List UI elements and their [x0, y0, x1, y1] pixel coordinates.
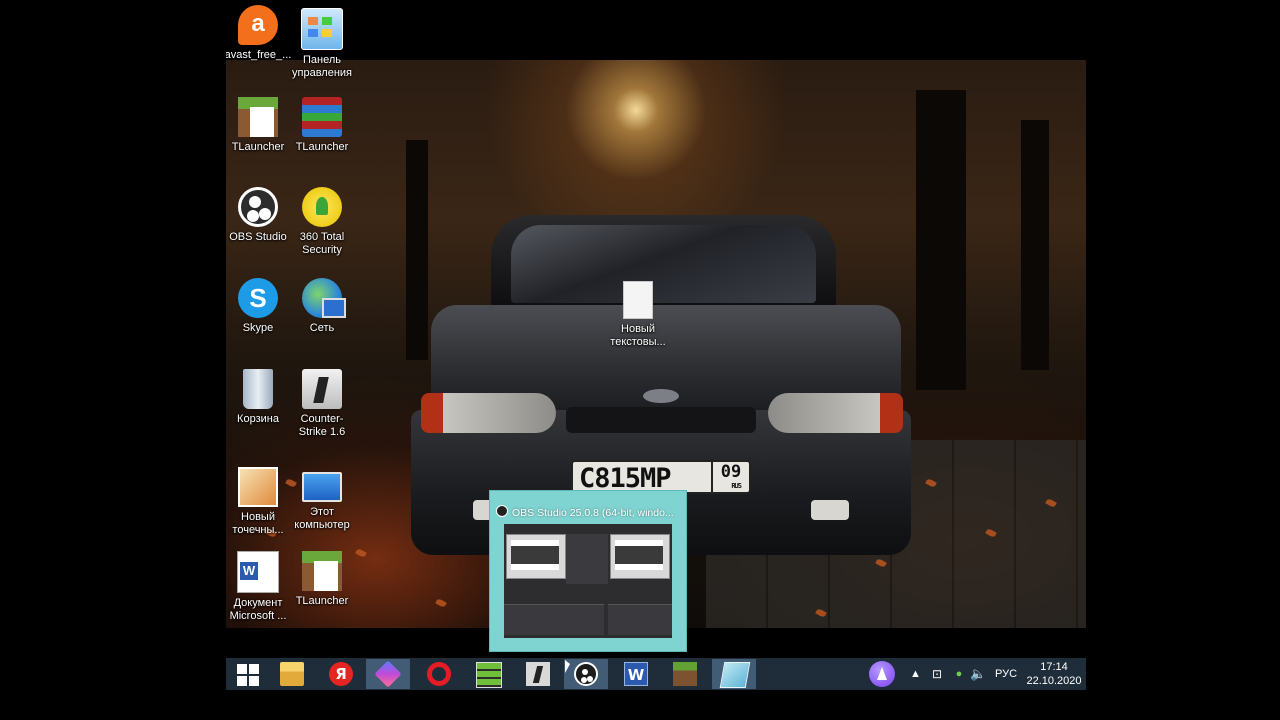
skype-icon: S: [238, 278, 278, 318]
tray-language[interactable]: РУС: [992, 658, 1020, 690]
counter-strike-icon: [526, 662, 550, 686]
plate-country: RUS: [731, 482, 742, 490]
obs-icon: [238, 187, 278, 227]
desktop-icon-tlauncher[interactable]: TLauncher: [226, 94, 292, 154]
desktop-icon-word-document[interactable]: Документ Microsoft ...: [226, 548, 292, 623]
desktop-icon-label: TLauncher: [231, 141, 285, 153]
minecraft-icon: [673, 662, 697, 686]
desktop-icon-bitmap[interactable]: Новый точечны...: [226, 464, 292, 537]
tray-clock[interactable]: 17:14 22.10.2020: [1024, 660, 1084, 688]
taskbar-winrar[interactable]: [466, 659, 510, 689]
preview-scene-left: [506, 534, 566, 579]
preview-window-snapshot: [504, 524, 672, 638]
taskbar-glass-app[interactable]: [712, 659, 756, 689]
bitmap-image-icon: [238, 467, 278, 507]
taskbar: Я W ▲ ⊡ ● 🔈 РУС 17:14 22.10.2020: [226, 658, 1086, 690]
word-document-icon: [237, 551, 279, 593]
plate-region: 09: [711, 462, 749, 492]
screen: С815МР 09 RUS a avast_free_... Панель уп…: [226, 0, 1086, 720]
desktop-icon-control-panel[interactable]: Панель управления: [288, 5, 356, 80]
obs-icon: [496, 505, 508, 517]
taskbar-minecraft[interactable]: [663, 659, 707, 689]
tlauncher-icon: [238, 97, 278, 137]
taskbar-opera[interactable]: [417, 659, 461, 689]
tray-volume-icon[interactable]: 🔈: [970, 658, 986, 690]
this-pc-icon: [302, 472, 342, 502]
obs-icon: [574, 662, 598, 686]
desktop-icon-tlauncher-2[interactable]: TLauncher: [288, 548, 356, 608]
folder-icon: [280, 662, 304, 686]
360-security-icon: [302, 187, 342, 227]
desktop-icon-label: Новый точечны...: [232, 511, 284, 536]
winrar-icon: [302, 97, 342, 137]
desktop-icon-text-document[interactable]: Новый текстовы...: [604, 278, 672, 349]
tray-security-icon[interactable]: ●: [952, 658, 966, 690]
taskbar-yandex-browser[interactable]: Я: [319, 659, 363, 689]
desktop-icon-label: 360 Total Security: [299, 231, 345, 256]
opera-icon: [427, 662, 451, 686]
preview-title: OBS Studio 25.0.8 (64-bit, windo...: [496, 505, 680, 519]
desktop-icon-label: TLauncher: [295, 595, 349, 607]
car-fog-light-right: [811, 500, 849, 520]
desktop-icon-recycle-bin[interactable]: Корзина: [226, 366, 292, 426]
desktop-icon-label: TLauncher: [295, 141, 349, 153]
desktop-icon-label: OBS Studio: [229, 231, 287, 243]
taskbar-thumbnail-preview[interactable]: OBS Studio 25.0.8 (64-bit, windo...: [489, 490, 687, 652]
clock-date: 22.10.2020: [1026, 675, 1082, 687]
desktop-icon-network[interactable]: Сеть: [288, 275, 356, 335]
desktop-icon-avast[interactable]: a avast_free_...: [226, 2, 292, 62]
desktop-icon-label: avast_free_...: [226, 49, 292, 61]
recycle-bin-icon: [243, 369, 273, 409]
license-plate: С815МР 09 RUS: [571, 460, 751, 494]
counter-strike-icon: [302, 369, 342, 409]
windows-icon: [237, 664, 259, 686]
car-emblem: [643, 389, 679, 403]
desktop-icon-tlauncher-rar[interactable]: TLauncher: [288, 94, 356, 154]
text-document-icon: [623, 281, 653, 319]
alice-assistant-icon[interactable]: [869, 661, 895, 687]
gem-icon: [374, 660, 402, 688]
tray-overflow-chevron-icon[interactable]: ▲: [910, 658, 921, 690]
desktop-icon-this-pc[interactable]: Этот компьютер: [288, 464, 356, 532]
preview-mixer: [504, 604, 604, 635]
taskbar-obs-studio[interactable]: [564, 659, 608, 689]
taskbar-file-explorer[interactable]: [270, 659, 314, 689]
desktop-icon-label: Новый текстовы...: [610, 323, 666, 348]
tree-trunk: [916, 90, 966, 390]
tlauncher-icon: [302, 551, 342, 591]
desktop-icon-label: Counter-Strike 1.6: [298, 413, 346, 438]
desktop-icon-label: Сеть: [309, 322, 335, 334]
clock-time: 17:14: [1040, 661, 1068, 673]
mouse-cursor-icon: [565, 660, 570, 673]
avast-icon: a: [238, 5, 278, 45]
desktop-icon-label: Панель управления: [292, 54, 352, 79]
taskbar-counter-strike[interactable]: [516, 659, 560, 689]
taskbar-word[interactable]: W: [614, 659, 658, 689]
tree-trunk: [1021, 120, 1049, 370]
preview-controls: [608, 604, 672, 635]
control-panel-icon: [301, 8, 343, 50]
yandex-icon: Я: [329, 662, 353, 686]
desktop-icon-label: Корзина: [237, 413, 279, 425]
car-headlight-right: [768, 393, 903, 433]
preview-scene-right: [610, 534, 670, 579]
desktop-icon-obs[interactable]: OBS Studio: [226, 184, 292, 244]
desktop-icon-360-security[interactable]: 360 Total Security: [288, 184, 356, 257]
start-button[interactable]: [226, 659, 270, 689]
car-headlight-left: [421, 393, 556, 433]
word-icon: W: [624, 662, 648, 686]
car-grille: [566, 407, 756, 433]
desktop-icon-label: Skype: [242, 322, 274, 334]
winrar-icon: [476, 662, 502, 688]
tray-network-icon[interactable]: ⊡: [929, 658, 945, 690]
desktop-icon-skype[interactable]: S Skype: [226, 275, 292, 335]
taskbar-app-gem[interactable]: [366, 659, 410, 689]
desktop-icon-label: Этот компьютер: [294, 506, 350, 531]
glass-icon: [719, 662, 751, 688]
desktop-icon-label: Документ Microsoft ...: [229, 597, 287, 622]
network-icon: [302, 278, 346, 318]
desktop-icon-counter-strike[interactable]: Counter-Strike 1.6: [288, 366, 356, 439]
